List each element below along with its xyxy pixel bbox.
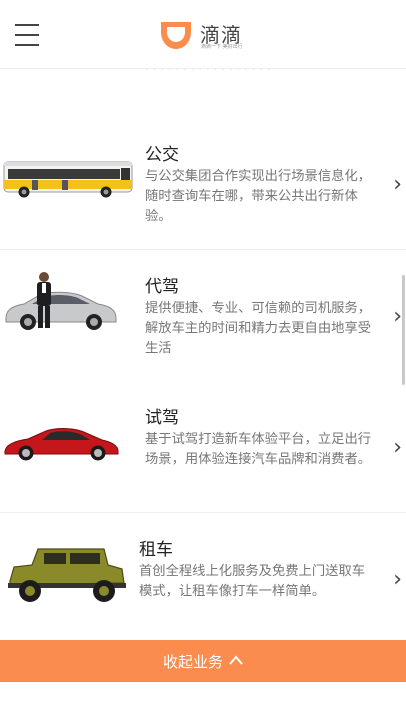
service-item-chauffeur[interactable]: 代驾 提供便捷、专业、可信赖的司机服务，解放车主的时间和精力去更自由地享受生活 …: [0, 250, 406, 382]
menu-icon[interactable]: [15, 24, 39, 46]
service-description: 首创全程线上化服务及免费上门送取车模式，让租车像打车一样简单。: [139, 564, 366, 599]
red-sports-car-image: [4, 428, 119, 461]
chevron-right-icon[interactable]: ›: [393, 172, 402, 197]
header: 滴滴 滴滴一下 美好出行: [0, 0, 406, 69]
scrollbar[interactable]: [402, 275, 405, 385]
service-title: 代驾: [145, 277, 179, 297]
service-item-test-drive[interactable]: 试驾 基于试驾打造新车体验平台，立足出行场景，用体验连接汽车品牌和消费者。 ›: [0, 381, 406, 513]
service-item-rental[interactable]: 租车 首创全程线上化服务及免费上门送取车模式，让租车像打车一样简单。 ›: [0, 513, 406, 645]
bus-image: [3, 161, 133, 198]
chevron-right-icon[interactable]: ›: [393, 435, 402, 460]
collapse-services-button[interactable]: 收起业务: [0, 640, 406, 682]
service-title: 公交: [145, 145, 179, 165]
service-title: 试驾: [145, 408, 179, 428]
service-description: 基于试驾打造新车体验平台，立足出行场景，用体验连接汽车品牌和消费者。: [145, 432, 372, 467]
collapse-label: 收起业务: [162, 652, 223, 671]
service-item-bus[interactable]: 公交 与公交集团合作实现出行场景信息化，随时查询车在哪，带来公共出行新体验。 ›: [0, 118, 406, 250]
footer-space: [0, 682, 406, 708]
service-description: 提供便捷、专业、可信赖的司机服务，解放车主的时间和精力去更自由地享受生活: [145, 301, 372, 356]
jeep-image: [8, 548, 126, 602]
didi-logo-icon: [161, 22, 191, 49]
service-title: 租车: [139, 540, 173, 560]
chevron-up-icon: [229, 653, 243, 669]
chevron-right-icon[interactable]: ›: [393, 567, 402, 592]
chevron-right-icon[interactable]: ›: [393, 304, 402, 329]
chauffeur-car-image: [5, 272, 117, 330]
service-description: 与公交集团合作实现出行场景信息化，随时查询车在哪，带来公共出行新体验。: [145, 169, 372, 224]
previous-service-item: · · · · · · · · · · · · · · · · ·: [0, 62, 406, 119]
brand-slogan: 滴滴一下 美好出行: [201, 44, 243, 50]
